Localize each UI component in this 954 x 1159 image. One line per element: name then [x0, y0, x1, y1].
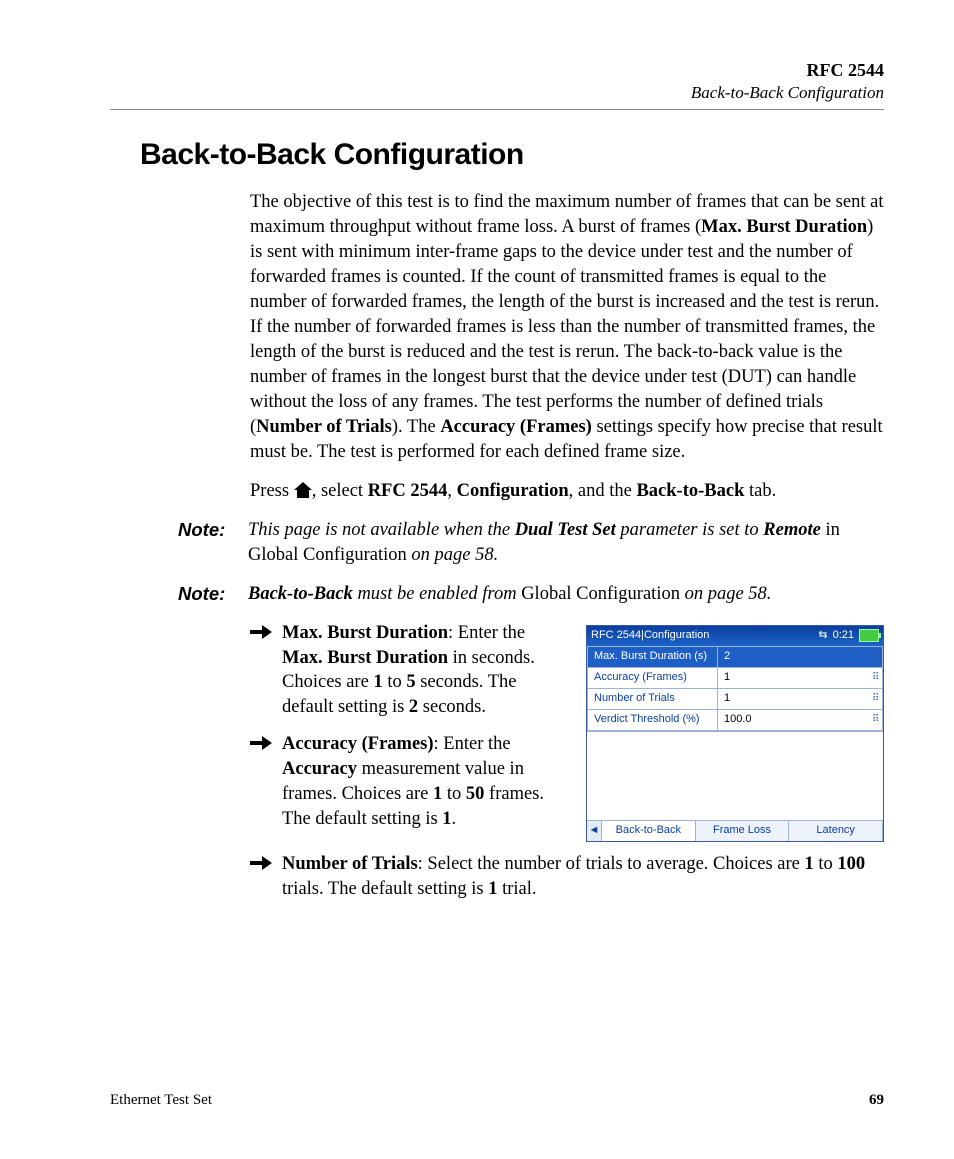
text: , select	[312, 481, 368, 501]
bullet-item: Number of Trials: Select the number of t…	[250, 852, 884, 902]
bold-term: Dual Test Set	[515, 520, 616, 540]
device-titlebar: RFC 2544|Configuration ⇆ 0:21	[587, 626, 883, 646]
device-param-label: Verdict Threshold (%)	[588, 709, 718, 730]
device-blank-area	[587, 731, 883, 820]
chapter-label: RFC 2544	[110, 60, 884, 81]
section-label: Back-to-Back Configuration	[110, 83, 884, 103]
page-footer: Ethernet Test Set 69	[110, 1092, 884, 1109]
bold-term: Max. Burst Duration	[701, 217, 867, 237]
grip-icon: ⠿	[872, 676, 880, 680]
grip-icon: ⠿	[872, 655, 880, 659]
bullet-item: Accuracy (Frames): Enter the Accuracy me…	[250, 732, 568, 832]
device-param-label: Accuracy (Frames)	[588, 667, 718, 688]
device-param-value[interactable]: 2⠿	[718, 646, 883, 667]
bullet-item: Max. Burst Duration: Enter the Max. Burs…	[250, 621, 568, 721]
device-param-label: Max. Burst Duration (s)	[588, 646, 718, 667]
device-param-row[interactable]: Verdict Threshold (%)100.0⠿	[588, 709, 883, 730]
text: parameter is set to	[616, 520, 763, 540]
device-param-value[interactable]: 1⠿	[718, 688, 883, 709]
device-param-row[interactable]: Accuracy (Frames)1⠿	[588, 667, 883, 688]
bold-term: Back-to-Back	[636, 481, 744, 501]
note-label: Note:	[178, 518, 248, 568]
device-param-value[interactable]: 1⠿	[718, 667, 883, 688]
text: tab.	[744, 481, 776, 501]
device-tab[interactable]: Frame Loss	[696, 821, 790, 841]
bold-term: Back-to-Back	[248, 584, 353, 604]
note-block-2: Note: Back-to-Back must be enabled from …	[178, 582, 884, 607]
text: on page 58.	[680, 584, 771, 604]
device-param-row[interactable]: Number of Trials1⠿	[588, 688, 883, 709]
arrow-right-icon	[250, 621, 282, 721]
text: in	[821, 520, 840, 540]
device-param-value[interactable]: 100.0⠿	[718, 709, 883, 730]
footer-product: Ethernet Test Set	[110, 1092, 212, 1109]
device-param-table: Max. Burst Duration (s)2⠿Accuracy (Frame…	[587, 646, 883, 731]
device-tab[interactable]: Latency	[789, 821, 883, 841]
link-icon: ⇆	[818, 628, 827, 643]
footer-page-number: 69	[869, 1092, 884, 1109]
text: ). The	[392, 417, 440, 437]
xref: Global Configuration	[521, 584, 680, 604]
bullet-text: Number of Trials: Select the number of t…	[282, 852, 884, 902]
text: Press	[250, 481, 294, 501]
bold-term: Remote	[763, 520, 821, 540]
device-tab[interactable]: Back-to-Back	[602, 821, 696, 841]
bold-term: Configuration	[457, 481, 569, 501]
bullet-text: Max. Burst Duration: Enter the Max. Burs…	[282, 621, 568, 721]
grip-icon: ⠿	[872, 718, 880, 722]
bold-term: Number of Trials	[256, 417, 392, 437]
arrow-right-icon	[250, 732, 282, 832]
battery-icon	[859, 629, 879, 642]
note-block-1: Note: This page is not available when th…	[178, 518, 884, 568]
device-param-row[interactable]: Max. Burst Duration (s)2⠿	[588, 646, 883, 667]
text: ) is sent with minimum inter-frame gaps …	[250, 217, 879, 437]
text: on page 58.	[407, 545, 498, 565]
text: This page is not available when the	[248, 520, 515, 540]
scroll-left-icon[interactable]: ◄	[587, 821, 602, 841]
text: ,	[447, 481, 456, 501]
text: , and the	[569, 481, 637, 501]
running-header: RFC 2544 Back-to-Back Configuration	[110, 60, 884, 110]
xref: Global Configuration	[248, 545, 407, 565]
bullet-text: Accuracy (Frames): Enter the Accuracy me…	[282, 732, 568, 832]
device-screenshot: RFC 2544|Configuration ⇆ 0:21 Max. Burst…	[586, 625, 884, 842]
text: must be enabled from	[353, 584, 521, 604]
bold-term: Accuracy (Frames)	[440, 417, 592, 437]
bold-term: RFC 2544	[368, 481, 448, 501]
device-time: 0:21	[833, 628, 854, 643]
device-param-label: Number of Trials	[588, 688, 718, 709]
page-title: Back-to-Back Configuration	[140, 138, 884, 172]
device-tabbar: ◄ Back-to-BackFrame LossLatency	[587, 820, 883, 841]
device-breadcrumb: RFC 2544|Configuration	[591, 628, 709, 643]
note-label: Note:	[178, 582, 248, 607]
grip-icon: ⠿	[872, 697, 880, 701]
intro-paragraph: The objective of this test is to find th…	[250, 190, 884, 504]
arrow-right-icon	[250, 852, 282, 902]
home-icon	[294, 482, 312, 498]
